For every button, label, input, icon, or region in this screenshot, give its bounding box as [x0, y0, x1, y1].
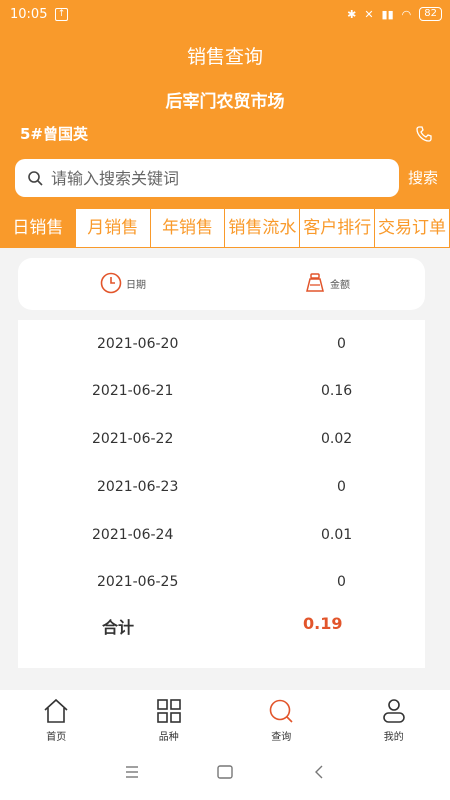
total-value: 0.19: [303, 614, 343, 633]
search-input[interactable]: [51, 165, 381, 191]
bottom-nav: 首页 品种 查询 我的: [0, 690, 450, 746]
recent-apps-icon[interactable]: [216, 764, 234, 780]
status-icons: ✱ ✕ ▮▮ ◠ 82: [347, 7, 442, 21]
wifi-icon: ◠: [401, 7, 412, 21]
table-row[interactable]: 2021-06-24 0.01: [18, 527, 425, 551]
menu-icon[interactable]: [124, 764, 140, 780]
nav-varieties[interactable]: 品种: [113, 690, 226, 746]
nav-mine-label: 我的: [383, 732, 404, 743]
search-icon: [28, 171, 43, 186]
nav-mine[interactable]: 我的: [338, 690, 450, 746]
tab-customer-ranking[interactable]: 客户排行: [300, 209, 376, 247]
sort-by-date[interactable]: 日期: [100, 272, 146, 294]
search-box[interactable]: [15, 159, 399, 197]
sort-bar: 日期 金额: [18, 258, 425, 310]
row-date: 2021-06-21: [92, 383, 174, 399]
nav-query[interactable]: 查询: [225, 690, 338, 746]
status-bar: 10:05 ↑ ✱ ✕ ▮▮ ◠ 82: [0, 0, 450, 30]
row-date: 2021-06-24: [92, 527, 174, 543]
row-amount: 0: [337, 336, 346, 352]
upload-icon: ↑: [55, 8, 68, 21]
table-row[interactable]: 2021-06-25 0: [18, 574, 425, 598]
tab-monthly-sales[interactable]: 月销售: [76, 209, 151, 247]
battery-icon: 82: [419, 7, 442, 21]
search-icon: [269, 699, 293, 723]
nav-query-label: 查询: [271, 732, 292, 743]
sort-by-amount[interactable]: 金额: [304, 272, 350, 294]
tab-daily-sales[interactable]: 日销售: [1, 209, 76, 247]
row-date: 2021-06-20: [97, 336, 179, 352]
tab-bar: 日销售 月销售 年销售 销售流水 客户排行 交易订单: [0, 208, 450, 248]
sales-table: 2021-06-20 0 2021-06-21 0.16 2021-06-22 …: [18, 320, 425, 668]
tab-yearly-sales[interactable]: 年销售: [151, 209, 226, 247]
system-nav-bar: [0, 746, 450, 800]
row-date: 2021-06-22: [92, 431, 174, 447]
back-icon[interactable]: [312, 764, 326, 780]
row-amount: 0.02: [321, 431, 353, 447]
row-amount: 0.01: [321, 527, 353, 543]
status-time: 10:05: [10, 7, 48, 22]
total-row: 合计 0.19: [18, 614, 425, 638]
nav-home-label: 首页: [46, 732, 67, 743]
home-icon: [44, 698, 68, 723]
signal-icon: ▮▮: [381, 7, 394, 21]
nav-varieties-label: 品种: [158, 732, 179, 743]
row-date: 2021-06-25: [97, 574, 179, 590]
nav-home[interactable]: 首页: [0, 690, 113, 746]
row-amount: 0: [337, 479, 346, 495]
table-row[interactable]: 2021-06-20 0: [18, 336, 425, 360]
user-icon: [382, 699, 405, 723]
clock-icon: [100, 272, 122, 294]
market-name: 后宰门农贸市场: [165, 92, 285, 112]
tab-orders[interactable]: 交易订单: [375, 209, 449, 247]
table-row[interactable]: 2021-06-22 0.02: [18, 431, 425, 455]
row-amount: 0.16: [321, 383, 353, 399]
table-row[interactable]: 2021-06-21 0.16: [18, 383, 425, 407]
table-row[interactable]: 2021-06-23 0: [18, 479, 425, 503]
user-name: 5#曾国英: [20, 125, 89, 143]
tab-sales-flow[interactable]: 销售流水: [225, 209, 301, 247]
search-button[interactable]: 搜索: [408, 167, 438, 188]
page-title: 销售查询: [186, 46, 263, 68]
row-amount: 0: [337, 574, 346, 590]
row-date: 2021-06-23: [97, 479, 179, 495]
bluetooth-icon: ✱: [347, 7, 357, 21]
silent-icon: ✕: [364, 7, 374, 21]
grid-icon: [156, 699, 181, 723]
sort-date-label: 日期: [126, 279, 146, 291]
phone-icon[interactable]: [416, 126, 432, 142]
total-label: 合计: [102, 618, 135, 637]
money-bag-icon: [306, 273, 324, 292]
sort-amount-label: 金额: [330, 279, 350, 291]
